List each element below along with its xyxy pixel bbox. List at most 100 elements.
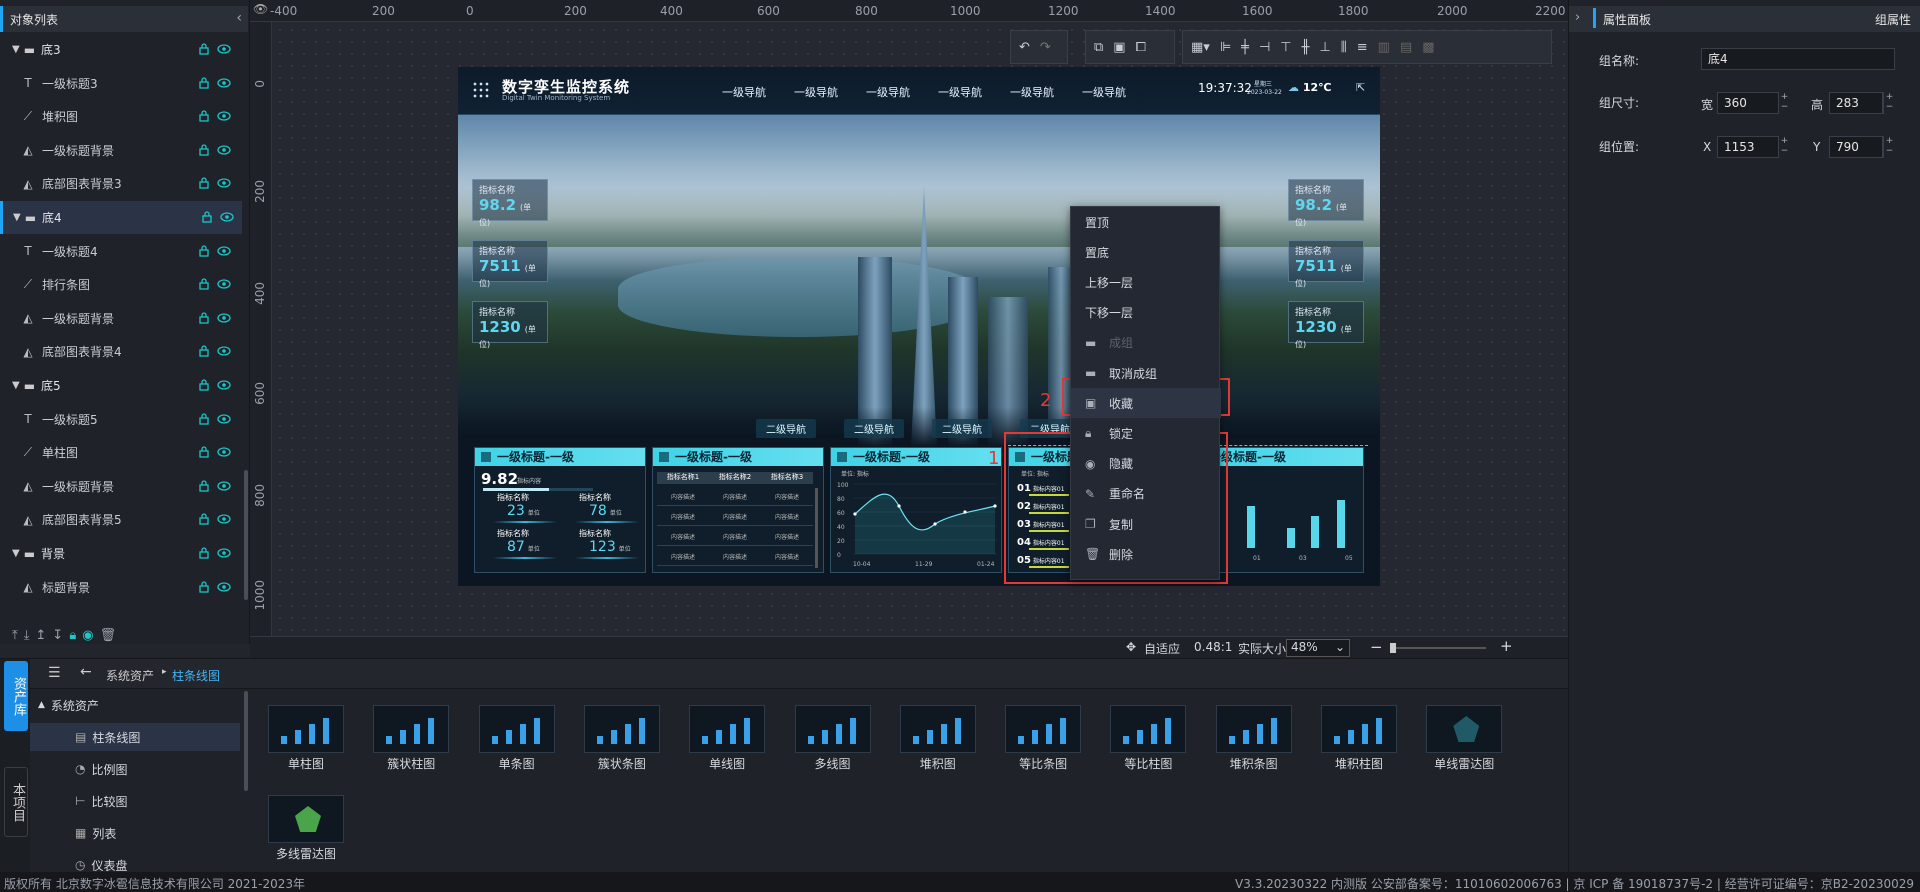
tree-row[interactable]: ◭ 一级标题背景 <box>0 302 242 335</box>
align-middle-icon[interactable]: ╫ <box>1302 40 1310 55</box>
x-stepper[interactable]: + − <box>1778 136 1790 158</box>
move-top-icon[interactable]: ⤒ <box>12 628 18 643</box>
asset-thumbnail[interactable] <box>478 705 555 753</box>
caret-down-icon[interactable]: ▼ <box>12 380 20 391</box>
align-bottom-icon[interactable]: ⊥ <box>1319 40 1330 55</box>
tree-row[interactable]: ◭ 一级标题背景 <box>0 134 242 167</box>
lock-icon[interactable] <box>199 513 209 526</box>
asset-thumbnail[interactable] <box>1110 705 1187 753</box>
lock-icon[interactable] <box>199 345 209 358</box>
asset-thumbnail[interactable] <box>268 795 344 843</box>
kpi-card[interactable]: 指标名称 7511 (单位) <box>472 240 548 288</box>
eye-icon[interactable] <box>217 144 231 156</box>
eye-icon[interactable] <box>217 278 231 290</box>
eye-icon[interactable] <box>220 211 234 223</box>
eye-icon[interactable] <box>217 177 231 189</box>
caret-down-icon[interactable]: ▼ <box>12 548 20 559</box>
tab-asset-library[interactable]: 资产库 <box>4 661 28 731</box>
lock-icon[interactable] <box>199 446 209 458</box>
zoom-select[interactable]: 48% ⌄ <box>1286 639 1350 657</box>
back-arrow-icon[interactable]: ← <box>80 664 92 680</box>
menu-item-9[interactable]: ◉ 隐藏 <box>1071 449 1221 479</box>
breadcrumb-root[interactable]: 系统资产 <box>106 667 154 684</box>
zoom-out-button[interactable]: − <box>1370 638 1383 656</box>
undo-icon[interactable]: ↶ <box>1019 40 1030 55</box>
tree-row[interactable]: ◭ 底部图表背景5 <box>0 503 242 536</box>
eye-icon[interactable]: 👁︎ <box>253 2 268 16</box>
x-input[interactable]: 1153 <box>1717 136 1779 158</box>
caret-down-icon[interactable]: ▼ <box>12 44 20 55</box>
sub-nav-item[interactable]: 二级导航 <box>932 419 992 438</box>
eye-icon[interactable] <box>217 245 231 257</box>
eye-icon[interactable] <box>217 446 231 458</box>
kpi-card[interactable]: 指标名称 98.2 (单位) <box>472 179 548 227</box>
sub-nav-item[interactable]: 二级导航 <box>756 419 816 438</box>
top-nav-item[interactable]: 一级导航 <box>866 84 910 100</box>
lock-icon[interactable]: 🔒︎ <box>69 628 76 643</box>
y-stepper[interactable]: + − <box>1883 136 1895 158</box>
move-bottom-icon[interactable]: ⤓ <box>24 628 30 643</box>
eye-icon[interactable] <box>217 312 231 324</box>
tree-row[interactable]: ⟋ 单柱图 <box>0 436 242 469</box>
align-right-icon[interactable]: ⊣ <box>1259 40 1270 55</box>
kpi-card[interactable]: 指标名称 98.2 (单位) <box>1288 179 1364 227</box>
lock-icon[interactable] <box>199 379 209 391</box>
tree-row[interactable]: T 一级标题5 <box>0 403 242 436</box>
asset-thumbnail[interactable] <box>268 705 344 753</box>
distribute-h-icon[interactable]: ⫼ <box>1341 40 1347 55</box>
equal-height-icon[interactable]: ▤ <box>1400 40 1412 55</box>
tree-row[interactable]: T 一级标题3 <box>0 67 242 100</box>
tree-scrollbar[interactable] <box>244 470 248 600</box>
align-left-icon[interactable]: ⊫ <box>1220 40 1231 55</box>
bring-front-icon[interactable]: ⧉ <box>1094 40 1103 55</box>
move-down-icon[interactable]: ↧ <box>52 628 63 643</box>
table-row[interactable]: 内容描述 内容描述 内容描述 <box>657 488 813 506</box>
fit-button[interactable]: 自适应 <box>1144 640 1180 657</box>
lock-icon[interactable] <box>199 244 209 257</box>
asset-thumbnail[interactable] <box>583 705 660 753</box>
eye-icon[interactable] <box>217 480 231 492</box>
top-nav-item[interactable]: 一级导航 <box>794 84 838 100</box>
menu-icon[interactable]: ☰ <box>48 665 61 681</box>
lock-icon[interactable] <box>199 547 209 559</box>
lock-icon[interactable] <box>199 580 209 593</box>
external-link-icon[interactable]: ⇱ <box>1356 81 1365 94</box>
tree-row[interactable]: ⟋ 排行条图 <box>0 268 242 301</box>
width-stepper[interactable]: + − <box>1778 92 1790 114</box>
group-name-input[interactable]: 底4 <box>1701 48 1895 70</box>
eye-icon[interactable]: ◉ <box>82 628 93 643</box>
asset-category[interactable]: ◔ 比例图 <box>30 755 240 783</box>
lock-icon[interactable] <box>199 312 209 324</box>
table-scrollbar[interactable] <box>815 488 818 568</box>
card-table[interactable]: 一级标题-一级 指标名称1 指标名称2 指标名称3 内容描述 内容描述 内容描述 内容描述内… <box>652 447 824 573</box>
menu-item-1[interactable]: 置顶 <box>1071 207 1221 237</box>
tree-row[interactable]: ▼ ▬ 背景 <box>0 537 242 570</box>
kpi-card[interactable]: 指标名称 1230 (单位) <box>472 301 548 349</box>
expand-icon[interactable]: › <box>1575 10 1580 25</box>
asset-thumbnail[interactable] <box>1426 705 1503 753</box>
trash-icon[interactable]: 🗑︎ <box>100 628 117 643</box>
table-row[interactable]: 内容描述 内容描述 内容描述 <box>657 508 813 526</box>
menu-item-12[interactable]: 🗑︎ 删除 <box>1071 539 1221 569</box>
height-stepper[interactable]: + − <box>1883 92 1895 114</box>
tree-row[interactable]: ◭ 标题背景 <box>0 571 242 604</box>
eye-icon[interactable] <box>217 379 231 391</box>
lock-icon[interactable] <box>199 278 209 290</box>
tree-row[interactable]: ◭ 底部图表背景3 <box>0 167 242 200</box>
distribute-v-icon[interactable]: ≡ <box>1357 40 1368 55</box>
tree-row[interactable]: ▼ ▬ 底3 <box>0 33 242 66</box>
zoom-in-button[interactable]: + <box>1500 637 1513 655</box>
lock-icon[interactable] <box>199 110 209 122</box>
kpi-card[interactable]: 指标名称 7511 (单位) <box>1288 240 1364 288</box>
lock-icon[interactable] <box>199 480 209 492</box>
lock-icon[interactable] <box>199 144 209 156</box>
top-nav-item[interactable]: 一级导航 <box>938 84 982 100</box>
eye-icon[interactable] <box>217 77 231 89</box>
table-row[interactable]: 内容描述 内容描述 内容描述 <box>657 548 813 566</box>
layout-icon[interactable]: ▦▾ <box>1191 40 1210 55</box>
asset-category[interactable]: ▦ 列表 <box>30 819 240 847</box>
tree-row[interactable]: ◭ 底部图表背景4 <box>0 335 242 368</box>
menu-item-5[interactable]: ▬ 成组 <box>1071 328 1221 358</box>
lock-icon[interactable] <box>199 76 209 89</box>
redo-icon[interactable]: ↷ <box>1040 40 1051 55</box>
